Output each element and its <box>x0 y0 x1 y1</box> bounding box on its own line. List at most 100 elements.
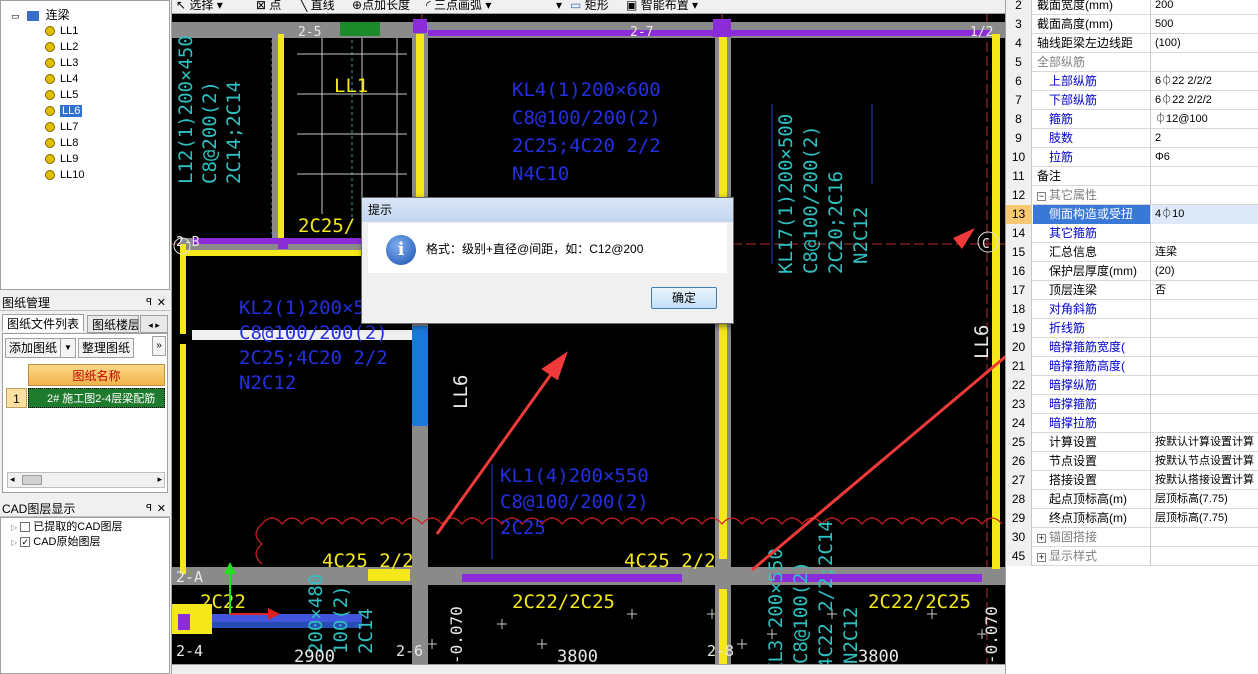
property-value[interactable]: 6⏀22 2/2/2 <box>1152 72 1258 91</box>
property-value[interactable] <box>1152 528 1258 547</box>
expand-icon[interactable]: + <box>1037 553 1046 562</box>
more-icon[interactable]: » <box>152 336 166 356</box>
property-row[interactable]: 8 箍筋 ⏀12@100 <box>1006 110 1258 129</box>
property-value[interactable] <box>1152 319 1258 338</box>
drawing-row[interactable]: 2# 施工图2-4层梁配筋 <box>28 388 165 408</box>
tree-item[interactable]: LL6 <box>45 103 83 119</box>
property-row[interactable]: 12− 其它属性 <box>1006 186 1258 205</box>
expand-icon[interactable]: ▷ <box>11 538 17 547</box>
checkbox-extracted[interactable] <box>20 522 31 533</box>
property-row[interactable]: 24 暗撑拉筋 <box>1006 414 1258 433</box>
point-length-tool[interactable]: ⊕点加长度 <box>352 0 410 13</box>
smart-place-tool[interactable]: ▣ 智能布置 ▾ <box>626 0 698 13</box>
property-row[interactable]: 14 其它箍筋 <box>1006 224 1258 243</box>
tab-scroll-arrows[interactable]: ◂ ▸ <box>140 315 168 333</box>
tab-drawing-list[interactable]: 图纸文件列表 <box>2 314 85 332</box>
select-tool[interactable]: ↖ 选择 ▾ <box>176 0 223 13</box>
checkbox-original[interactable]: ✓ <box>20 537 31 548</box>
tree-item[interactable]: LL4 <box>45 71 78 87</box>
rect-tool[interactable]: ▭ 矩形 <box>570 0 609 13</box>
property-row[interactable]: 13 侧面构造或受扭 4⏀10 <box>1006 205 1258 224</box>
close-icon[interactable]: ✕ <box>157 295 166 311</box>
point-tool[interactable]: ⊠ 点 <box>256 0 281 13</box>
expand-icon[interactable]: + <box>1037 534 1046 543</box>
add-drawing-button[interactable]: 添加图纸 <box>5 338 62 358</box>
property-row[interactable]: 26 节点设置 按默认节点设置计算 <box>1006 452 1258 471</box>
property-value[interactable]: 按默认节点设置计算 <box>1152 452 1258 471</box>
tree-item[interactable]: LL7 <box>45 119 78 135</box>
close-icon[interactable]: ✕ <box>157 501 166 517</box>
property-row[interactable]: 20 暗撑箍筋宽度( <box>1006 338 1258 357</box>
tree-item[interactable]: LL8 <box>45 135 78 151</box>
tree-item[interactable]: LL1 <box>45 23 78 39</box>
property-value[interactable] <box>1152 414 1258 433</box>
expand-icon[interactable]: ▷ <box>11 523 17 532</box>
scroll-thumb[interactable] <box>22 475 42 485</box>
property-row[interactable]: 6 上部纵筋 6⏀22 2/2/2 <box>1006 72 1258 91</box>
property-value[interactable] <box>1152 53 1258 72</box>
property-value[interactable] <box>1152 338 1258 357</box>
property-row[interactable]: 7 下部纵筋 6⏀22 2/2/2 <box>1006 91 1258 110</box>
property-row[interactable]: 16 保护层厚度(mm) (20) <box>1006 262 1258 281</box>
property-value[interactable] <box>1152 357 1258 376</box>
line-tool[interactable]: ╲ 直线 <box>300 0 335 13</box>
property-row[interactable]: 28 起点顶标高(m) 层顶标高(7.75) <box>1006 490 1258 509</box>
property-value[interactable] <box>1152 186 1258 205</box>
ok-button[interactable]: 确定 <box>651 287 717 309</box>
pin-icon[interactable]: ꟼ <box>146 501 152 517</box>
property-value[interactable] <box>1152 376 1258 395</box>
column-header[interactable]: 图纸名称 <box>28 364 165 386</box>
property-row[interactable]: 15 汇总信息 连梁 <box>1006 243 1258 262</box>
tree-item[interactable]: LL3 <box>45 55 78 71</box>
property-row[interactable]: 3 截面高度(mm) 500 <box>1006 15 1258 34</box>
property-value[interactable]: 层顶标高(7.75) <box>1152 509 1258 528</box>
property-value[interactable]: ⏀12@100 <box>1152 110 1258 129</box>
property-value[interactable]: 否 <box>1152 281 1258 300</box>
property-row[interactable]: 10 拉筋 Φ6 <box>1006 148 1258 167</box>
property-row[interactable]: 4 轴线距梁左边线距 (100) <box>1006 34 1258 53</box>
property-value[interactable] <box>1152 395 1258 414</box>
property-value[interactable]: 200 <box>1152 0 1258 15</box>
property-value[interactable] <box>1152 167 1258 186</box>
property-row[interactable]: 9 肢数 2 <box>1006 129 1258 148</box>
property-value[interactable] <box>1152 547 1258 566</box>
property-row[interactable]: 23 暗撑箍筋 <box>1006 395 1258 414</box>
property-row[interactable]: 19 折线筋 <box>1006 319 1258 338</box>
add-drawing-dropdown[interactable]: ▼ <box>60 338 76 358</box>
pin-icon[interactable]: ꟼ <box>146 295 152 311</box>
tree-root[interactable]: ▭ 连梁 <box>11 7 70 23</box>
property-value[interactable] <box>1152 224 1258 243</box>
property-row[interactable]: 17 顶层连梁否 <box>1006 281 1258 300</box>
property-value[interactable]: 层顶标高(7.75) <box>1152 490 1258 509</box>
property-row[interactable]: 2 截面宽度(mm) 200 <box>1006 0 1258 15</box>
tab-drawing-floor[interactable]: 图纸楼层 <box>87 315 139 333</box>
cad-layer-extracted[interactable]: ▷ 已提取的CAD图层 <box>11 519 123 535</box>
tree-item[interactable]: LL2 <box>45 39 78 55</box>
property-value[interactable]: 4⏀10 <box>1152 205 1258 224</box>
property-value[interactable]: Φ6 <box>1152 148 1258 167</box>
property-row[interactable]: 30 + 锚固搭接 <box>1006 528 1258 547</box>
property-value[interactable]: 连梁 <box>1152 243 1258 262</box>
horizontal-scrollbar[interactable]: ◂ ▸ <box>7 472 165 488</box>
arc-dropdown[interactable]: ▾ <box>556 0 562 13</box>
tree-item[interactable]: LL9 <box>45 151 78 167</box>
property-row[interactable]: 45 + 显示样式 <box>1006 547 1258 566</box>
cad-canvas[interactable]: KL4(1)200×600 C8@100/200(2) 2C25;4C20 2/… <box>172 14 1005 664</box>
property-value[interactable]: 500 <box>1152 15 1258 34</box>
tree-item[interactable]: LL5 <box>45 87 78 103</box>
scroll-left-icon[interactable]: ◂ <box>10 474 15 485</box>
cad-layer-original[interactable]: ▷ ✓ CAD原始图层 <box>11 534 101 550</box>
property-row[interactable]: 22 暗撑纵筋 <box>1006 376 1258 395</box>
organize-drawing-button[interactable]: 整理图纸 <box>78 338 135 358</box>
property-row[interactable]: 21 暗撑箍筋高度( <box>1006 357 1258 376</box>
property-value[interactable]: 2 <box>1152 129 1258 148</box>
property-value[interactable]: (100) <box>1152 34 1258 53</box>
property-row[interactable]: 5 全部纵筋 <box>1006 53 1258 72</box>
property-row[interactable]: 18 对角斜筋 <box>1006 300 1258 319</box>
collapse-icon[interactable]: ▭ <box>11 11 20 21</box>
property-value[interactable]: (20) <box>1152 262 1258 281</box>
property-row[interactable]: 27 搭接设置 按默认搭接设置计算 <box>1006 471 1258 490</box>
cad-drawing[interactable]: KL4(1)200×600 C8@100/200(2) 2C25;4C20 2/… <box>172 14 1005 664</box>
property-value[interactable] <box>1152 300 1258 319</box>
property-row[interactable]: 25 计算设置 按默认计算设置计算 <box>1006 433 1258 452</box>
